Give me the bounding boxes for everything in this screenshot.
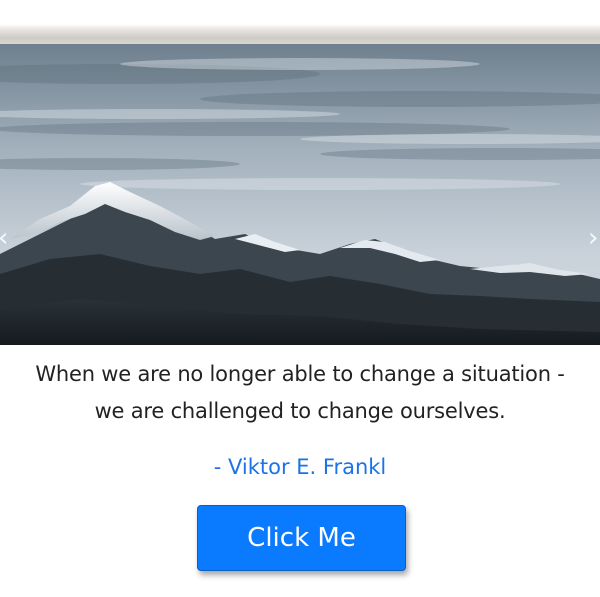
quote-line-1: When we are no longer able to change a s… xyxy=(35,362,565,386)
chevron-right-icon[interactable]: › xyxy=(588,224,600,252)
header-shadow-bar xyxy=(0,0,600,44)
image-carousel[interactable]: ‹ › xyxy=(0,44,600,345)
click-me-button[interactable]: Click Me xyxy=(197,505,406,571)
page: ‹ › When we are no longer able to change… xyxy=(0,0,600,597)
mountain-landscape-image xyxy=(0,44,600,345)
chevron-left-icon[interactable]: ‹ xyxy=(0,224,12,252)
quote-line-2: we are challenged to change ourselves. xyxy=(94,399,506,423)
quote-text: When we are no longer able to change a s… xyxy=(0,356,600,430)
quote-author: - Viktor E. Frankl xyxy=(213,455,387,479)
